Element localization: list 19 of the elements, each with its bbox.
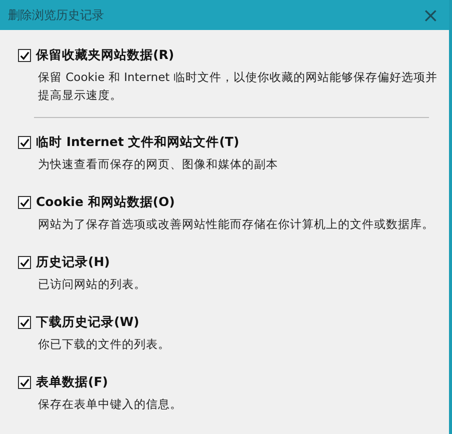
- option-description: 已访问网站的列表。: [38, 276, 147, 293]
- option-label[interactable]: 历史记录(H): [36, 254, 110, 271]
- checkbox[interactable]: [18, 256, 31, 269]
- option-label[interactable]: 表单数据(F): [36, 374, 108, 391]
- window-title: 删除浏览历史记录: [8, 6, 104, 24]
- checkbox[interactable]: [18, 49, 31, 62]
- checkbox[interactable]: [18, 196, 31, 209]
- option-label[interactable]: Cookie 和网站数据(O): [36, 194, 175, 211]
- checkbox[interactable]: [18, 316, 31, 329]
- option-label[interactable]: 保留收藏夹网站数据(R): [36, 47, 174, 64]
- checkbox[interactable]: [18, 136, 31, 149]
- option-label[interactable]: 临时 Internet 文件和网站文件(T): [36, 134, 240, 151]
- option-description: 保留 Cookie 和 Internet 临时文件，以使你收藏的网站能够保存偏好选项并提高显示速度。: [38, 69, 438, 104]
- checkbox[interactable]: [18, 376, 31, 389]
- option-description: 你已下载的文件的列表。: [38, 336, 171, 353]
- option-label[interactable]: 下载历史记录(W): [36, 314, 140, 331]
- option-description: 为快速查看而保存的网页、图像和媒体的副本: [38, 156, 279, 173]
- option-description: 网站为了保存首选项或改善网站性能而存储在你计算机上的文件或数据库。: [38, 216, 435, 233]
- option-description: 保存在表单中键入的信息。: [38, 396, 183, 413]
